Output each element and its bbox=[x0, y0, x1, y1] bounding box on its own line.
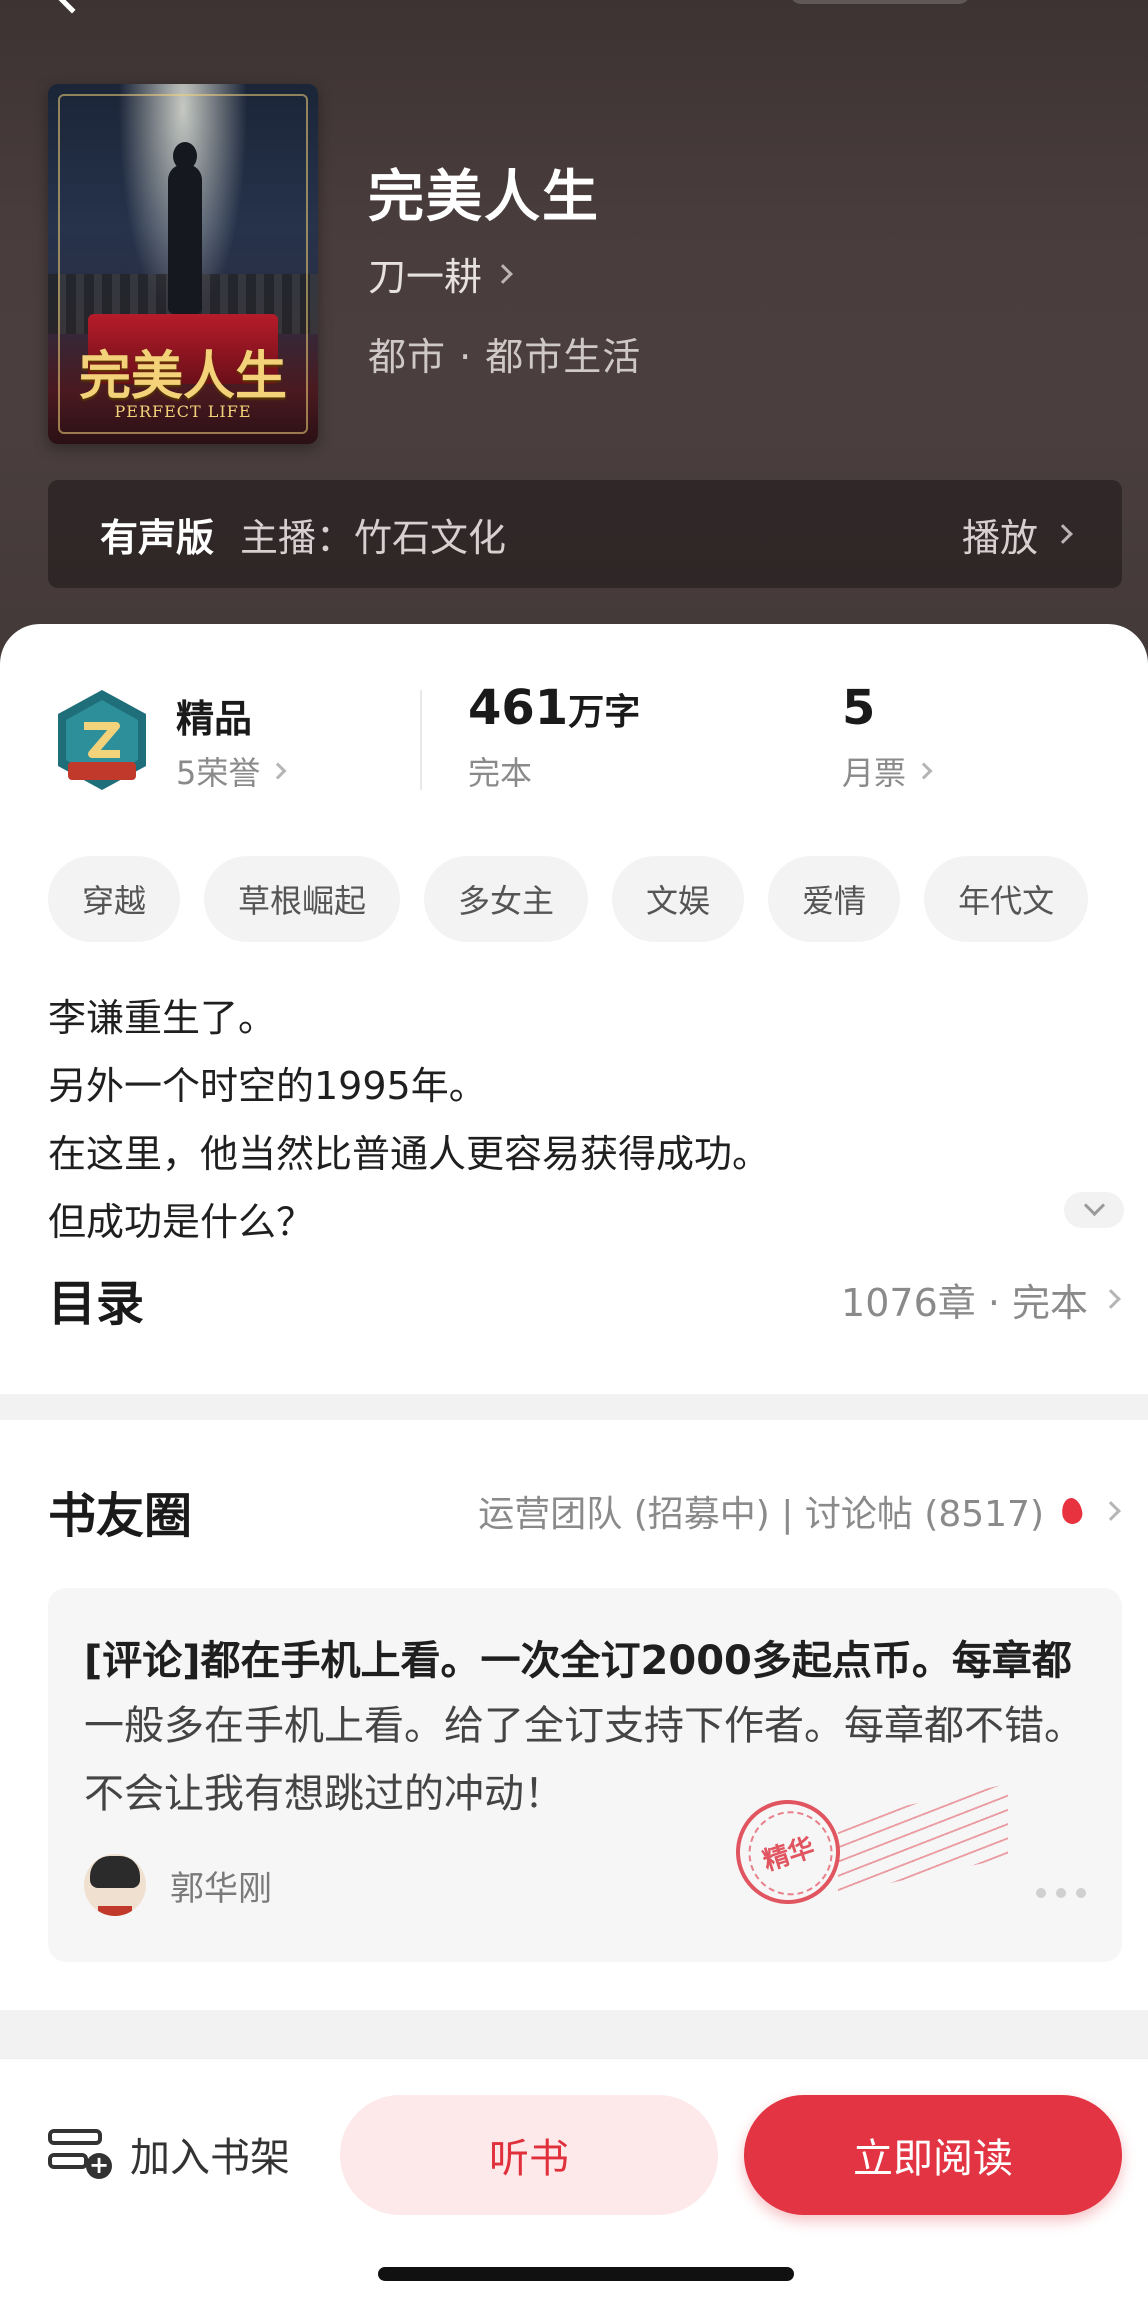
carousel-dot bbox=[1056, 1888, 1066, 1898]
audio-host: 主播：竹石文化 bbox=[240, 515, 507, 560]
word-count: 461万字 bbox=[468, 680, 640, 736]
carousel-dot bbox=[1036, 1888, 1046, 1898]
tag-chip[interactable]: 草根崛起 bbox=[204, 856, 401, 942]
word-count-unit: 万字 bbox=[568, 692, 641, 733]
home-indicator bbox=[378, 2267, 794, 2281]
tag-chip[interactable]: 文娱 bbox=[612, 856, 745, 942]
post-username: 郭华刚 bbox=[170, 1868, 272, 1909]
add-shelf-icon: + bbox=[48, 2127, 112, 2181]
add-to-shelf-button[interactable]: + 加入书架 bbox=[48, 2125, 290, 2183]
book-genre: 都市 · 都市生活 bbox=[368, 335, 642, 379]
chevron-right-icon bbox=[915, 762, 933, 780]
community-meta: 运营团队 (招募中) | 讨论帖 (8517) bbox=[478, 1485, 1121, 1537]
synopsis-line: 李谦重生了。 bbox=[48, 996, 277, 1040]
book-info-card: 精品 5荣誉 461万字 完本 5 月票 穿越 草根崛起 多女主 文娱 爱情 年… bbox=[0, 624, 1148, 1394]
stats-divider bbox=[420, 690, 422, 790]
fire-icon bbox=[1060, 1496, 1084, 1526]
monthly-ticket-link[interactable]: 月票 bbox=[842, 748, 933, 794]
add-to-shelf-label: 加入书架 bbox=[130, 2135, 290, 2181]
audio-label: 有声版 bbox=[100, 515, 215, 560]
bottom-action-bar: + 加入书架 听书 立即阅读 bbox=[0, 2058, 1148, 2307]
toc-title: 目录 bbox=[48, 1276, 145, 1332]
book-community-section: 书友圈 运营团队 (招募中) | 讨论帖 (8517) [评论]都在手机上看。一… bbox=[0, 1420, 1148, 2010]
chevron-right-icon bbox=[493, 263, 513, 284]
community-stats: 运营团队 (招募中) | 讨论帖 (8517) bbox=[478, 1494, 1044, 1535]
tag-chip[interactable]: 多女主 bbox=[424, 856, 589, 942]
book-cover[interactable]: 完美人生 PERFECT LIFE bbox=[48, 84, 318, 444]
completion-status: 完本 bbox=[468, 754, 533, 792]
monthly-ticket-label: 月票 bbox=[842, 754, 907, 792]
toc-row[interactable]: 目录 1076章 · 完本 bbox=[48, 1264, 1121, 1334]
chevron-right-icon bbox=[1053, 524, 1073, 544]
chevron-right-icon bbox=[269, 762, 287, 780]
chapter-count: 1076章 · 完本 bbox=[841, 1280, 1088, 1325]
synopsis-line: 另外一个时空的1995年。 bbox=[48, 1064, 487, 1108]
back-icon[interactable] bbox=[46, 0, 98, 14]
read-now-button[interactable]: 立即阅读 bbox=[744, 2095, 1122, 2215]
toc-meta: 1076章 · 完本 bbox=[841, 1272, 1121, 1327]
author-name: 刀一耕 bbox=[368, 255, 483, 299]
audio-play-button[interactable]: 播放 bbox=[961, 507, 1073, 562]
community-header[interactable]: 书友圈 运营团队 (招募中) | 讨论帖 (8517) bbox=[48, 1476, 1121, 1546]
tag-list: 穿越 草根崛起 多女主 文娱 爱情 年代文 bbox=[48, 856, 1089, 942]
post-title: [评论]都在手机上看。一次全订2000多起点币。每章都 bbox=[84, 1638, 1072, 1684]
monthly-ticket-count: 5 bbox=[842, 680, 875, 736]
author-link[interactable]: 刀一耕 bbox=[368, 246, 513, 301]
synopsis[interactable]: 李谦重生了。 另外一个时空的1995年。 在这里，他当然比普通人更容易获得成功。… bbox=[48, 984, 1048, 1256]
synopsis-line: 在这里，他当然比普通人更容易获得成功。 bbox=[48, 1132, 771, 1176]
audio-play-label: 播放 bbox=[961, 515, 1038, 560]
book-header: 完美人生 PERFECT LIFE 完美人生 刀一耕 都市 · 都市生活 有声版… bbox=[0, 0, 1148, 700]
word-count-number: 461 bbox=[468, 680, 569, 736]
carousel-dots bbox=[1036, 1888, 1086, 1898]
honor-count: 5荣誉 bbox=[176, 754, 261, 792]
tag-chip[interactable]: 穿越 bbox=[48, 856, 181, 942]
expand-synopsis-button[interactable] bbox=[1064, 1192, 1124, 1228]
cover-subtitle-text: PERFECT LIFE bbox=[114, 402, 252, 421]
chevron-right-icon bbox=[1101, 1501, 1121, 1521]
book-title: 完美人生 bbox=[368, 165, 600, 230]
carousel-dot bbox=[1076, 1888, 1086, 1898]
monthly-ticket-number: 5 bbox=[842, 680, 876, 736]
tag-chip[interactable]: 年代文 bbox=[924, 856, 1089, 942]
honor-link[interactable]: 5荣誉 bbox=[176, 748, 287, 794]
post-author[interactable]: 郭华刚 bbox=[84, 1854, 272, 1916]
community-title: 书友圈 bbox=[48, 1488, 193, 1544]
tag-chip[interactable]: 爱情 bbox=[768, 856, 901, 942]
featured-post-card[interactable]: [评论]都在手机上看。一次全订2000多起点币。每章都 一般多在手机上看。给了全… bbox=[48, 1588, 1122, 1962]
avatar bbox=[84, 1854, 146, 1916]
chevron-right-icon bbox=[1101, 1289, 1121, 1309]
quality-title: 精品 bbox=[176, 697, 253, 741]
cover-title-text: 完美人生 bbox=[78, 346, 287, 407]
header-pill bbox=[790, 0, 970, 4]
synopsis-line: 但成功是什么？ bbox=[48, 1200, 315, 1244]
listen-button[interactable]: 听书 bbox=[340, 2095, 718, 2215]
quality-badge-icon[interactable] bbox=[54, 688, 150, 792]
audio-version-bar[interactable]: 有声版 主播：竹石文化 播放 bbox=[48, 480, 1122, 588]
